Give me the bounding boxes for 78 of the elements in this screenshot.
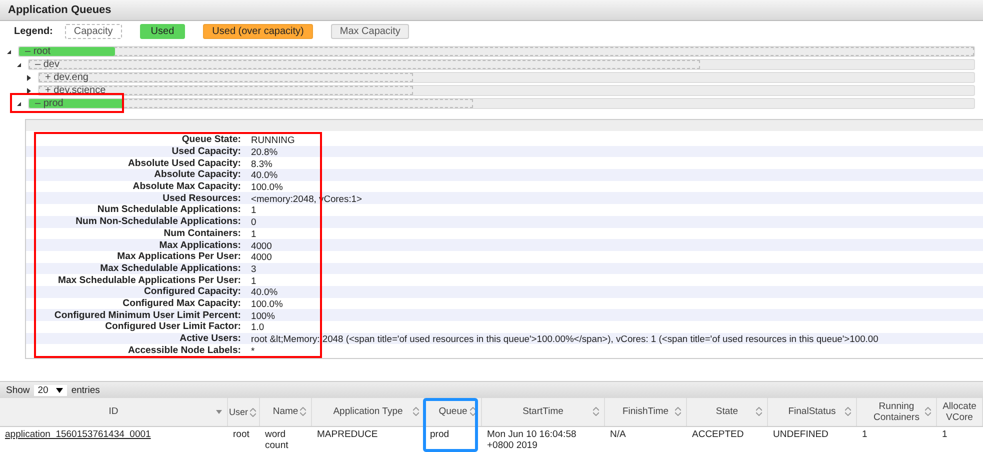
detail-value: 3 (250, 262, 256, 274)
detail-label: Accessible Node Labels: (126, 344, 241, 356)
detail-label: Num Non-Schedulable Applications: (74, 216, 241, 228)
queue-name: – root (25, 46, 51, 57)
detail-value: 4000 (250, 240, 272, 251)
queue-name: – dev (35, 59, 60, 70)
detail-label: Absolute Capacity: (153, 169, 241, 180)
table-cell: prod (430, 429, 450, 440)
queue-name: – prod (35, 98, 64, 109)
queue-bar[interactable]: + dev.science (38, 85, 975, 96)
detail-label: Num Schedulable Applications: (96, 204, 241, 216)
table-cell: 1 (942, 429, 948, 440)
table-cell: Mon Jun 10 16:04:58 +0800 2019 (487, 429, 576, 452)
column-header[interactable]: FinishTime (605, 398, 687, 426)
table-cell: word count (265, 429, 288, 452)
detail-value: * (250, 344, 255, 356)
table-cell: N/A (610, 429, 626, 440)
queue-bar[interactable]: – dev (28, 59, 975, 70)
legend-swatch: Capacity (64, 24, 122, 38)
page-size-select[interactable]: 20 (34, 384, 68, 396)
application-link[interactable]: application_1560153761434_0001 (5, 429, 151, 440)
queue-bar[interactable]: – prod (28, 98, 975, 109)
table-cell: root (233, 429, 250, 440)
detail-label: Queue State: (180, 134, 241, 146)
detail-label: Configured Capacity: (142, 286, 241, 298)
column-header[interactable]: StartTime (482, 398, 605, 426)
detail-label: Absolute Max Capacity: (132, 181, 241, 192)
detail-value: 20.8% (250, 146, 278, 158)
detail-value: root &lt;Memory: 2048 (<span title='of used resources in this queue'>100.00%</span>), vCores: 1 (<span title='of used resources in this queue'>100.00 (250, 333, 878, 344)
detail-label: Num Containers: (162, 228, 241, 239)
detail-label: Max Schedulable Applications Per User: (56, 274, 241, 286)
detail-label: Configured Minimum User Limit Percent: (53, 310, 241, 321)
detail-value: 100.0% (250, 298, 283, 309)
legend-label: Legend: (14, 26, 53, 36)
column-header[interactable]: Running Containers (857, 398, 937, 426)
legend-swatch: Used (over capacity) (203, 24, 313, 38)
detail-label: Used Resources: (162, 192, 241, 204)
detail-label: Absolute Used Capacity: (126, 158, 241, 169)
detail-label: Max Schedulable Applications: (99, 262, 241, 274)
column-header[interactable]: FinalStatus (768, 398, 857, 426)
detail-label: Active Users: (178, 333, 241, 344)
column-header[interactable]: ID (0, 398, 228, 426)
detail-value: RUNNING (250, 134, 295, 146)
legend-swatch: Max Capacity (330, 24, 410, 38)
detail-label: Max Applications: (158, 240, 241, 251)
detail-value: 1 (250, 228, 256, 239)
table-cell: MAPREDUCE (317, 429, 378, 440)
detail-value: 4000 (250, 251, 272, 262)
column-header[interactable]: State (687, 398, 768, 426)
detail-label: Configured User Limit Factor: (104, 321, 241, 332)
detail-label: Configured Max Capacity: (122, 298, 241, 309)
detail-value: 1 (250, 204, 256, 216)
entries-label: entries (71, 384, 100, 396)
table-cell: UNDEFINED (773, 429, 828, 440)
detail-value: 40.0% (250, 169, 278, 180)
detail-value: 100.0% (250, 181, 283, 192)
detail-value: 1.0 (250, 321, 264, 332)
queue-name: + dev.science (45, 85, 106, 96)
detail-value: 8.3% (250, 158, 272, 169)
detail-value: 100% (250, 310, 275, 321)
detail-value: 0 (250, 216, 256, 228)
column-header[interactable]: Name (260, 398, 312, 426)
show-label: Show (6, 384, 30, 396)
table-cell: ACCEPTED (692, 429, 744, 440)
table-cell: 1 (862, 429, 868, 440)
column-header[interactable]: Allocate VCore (937, 398, 983, 426)
column-header[interactable]: User (228, 398, 260, 426)
detail-label: Used Capacity: (170, 146, 241, 158)
panel-title: Application Queues (8, 4, 112, 16)
queue-bar[interactable]: + dev.eng (38, 72, 975, 83)
detail-value: 40.0% (250, 286, 278, 298)
detail-label: Max Applications Per User: (116, 251, 241, 262)
queue-bar[interactable]: – root (18, 46, 975, 57)
legend-swatch: Used (140, 24, 186, 38)
column-header[interactable]: Application Type (312, 398, 425, 426)
detail-value: 1 (250, 274, 256, 286)
column-header[interactable]: Queue (425, 398, 482, 426)
queue-name: + dev.eng (45, 72, 88, 83)
